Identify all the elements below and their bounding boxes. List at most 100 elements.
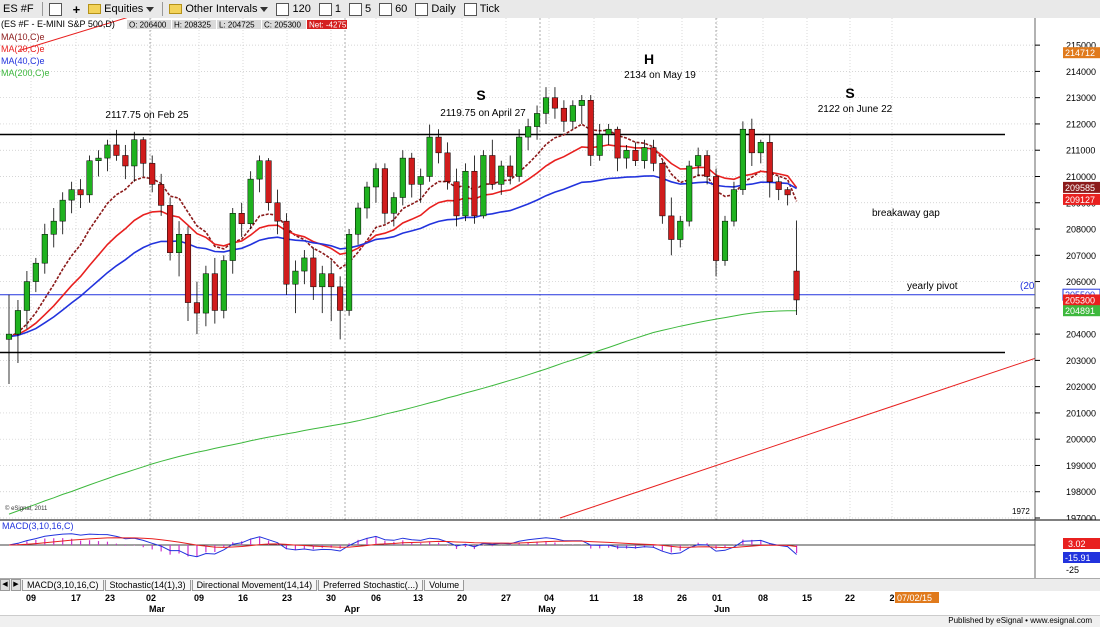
axis-tick-label: 200000 — [1066, 435, 1096, 445]
candle-body — [167, 205, 174, 253]
candle-body — [417, 176, 424, 185]
candle-body — [50, 220, 57, 235]
candle-body — [632, 149, 639, 161]
footer: Published by eSignal • www.esignal.com — [0, 615, 1100, 627]
candle-body — [444, 152, 451, 182]
interval-label: 60 — [395, 3, 408, 15]
equities-label: Equities — [104, 3, 144, 15]
candle-body — [86, 160, 93, 196]
folder-icon — [169, 4, 183, 14]
page-icon — [415, 2, 429, 16]
interval-5-button[interactable]: 5 — [346, 1, 374, 17]
annotation-label: S — [845, 85, 854, 101]
axis-tick-label: 201000 — [1066, 408, 1096, 418]
axis-tick-label: 204000 — [1066, 330, 1096, 340]
tab-macd[interactable]: MACD(3,10,16,C) — [22, 579, 104, 591]
high-value: H: 208325 — [174, 21, 211, 30]
price-badge-label: 209585 — [1065, 183, 1095, 193]
date-tick-label: 17 — [71, 593, 81, 603]
candle-body — [587, 100, 594, 156]
candle-body — [677, 220, 684, 240]
price-badge-label: 205300 — [1065, 295, 1095, 305]
candle-body — [122, 155, 129, 167]
date-tick-label: 16 — [238, 593, 248, 603]
tab-preferred-stochastic[interactable]: Preferred Stochastic(...) — [318, 579, 424, 591]
candle-body — [59, 199, 66, 222]
date-tick-label: 23 — [282, 593, 292, 603]
candle-body — [283, 220, 290, 285]
macd-label: MACD(3,10,16,C) — [2, 521, 74, 531]
tab-stochastic[interactable]: Stochastic(14(1),3) — [104, 579, 191, 591]
add-button[interactable]: + — [70, 1, 84, 17]
candle — [265, 158, 272, 211]
ma20-label: MA(20,C)e — [1, 44, 45, 54]
page-icon — [379, 2, 393, 16]
candle-body — [489, 155, 496, 185]
candle-body — [775, 181, 782, 190]
tab-directional-movement[interactable]: Directional Movement(14,14) — [191, 579, 318, 591]
price-badge-label: 204891 — [1065, 306, 1095, 316]
tab-volume[interactable]: Volume — [424, 579, 465, 591]
interval-daily-button[interactable]: Daily — [412, 1, 458, 17]
candle-body — [220, 260, 227, 311]
candle — [220, 255, 227, 319]
candle — [659, 160, 666, 224]
axis-tick-label: 212000 — [1066, 119, 1096, 129]
annotation-label: S — [476, 87, 485, 103]
study-tabs: ◀ ▶ MACD(3,10,16,C) Stochastic(14(1),3) … — [0, 578, 1100, 591]
toolbar-separator — [41, 2, 43, 16]
candle-body — [247, 178, 254, 225]
candle-body — [202, 273, 209, 314]
axis-tick-label: 211000 — [1066, 146, 1095, 156]
candle-body — [516, 136, 523, 177]
date-tick-label: 13 — [413, 593, 423, 603]
grid-button[interactable] — [46, 1, 68, 17]
candle-body — [569, 105, 576, 122]
ma200-label: MA(200,C)e — [1, 68, 50, 78]
candle-body — [426, 136, 433, 177]
symbol-field[interactable]: ES #F — [0, 1, 37, 17]
axis-tick-label: 198000 — [1066, 487, 1096, 497]
other-intervals-button[interactable]: Other Intervals — [166, 1, 271, 17]
candle-body — [542, 97, 550, 114]
axis-tick-label: 210000 — [1066, 172, 1096, 182]
price-badge-label: 214712 — [1065, 48, 1095, 58]
axis-tick-label: 213000 — [1066, 93, 1096, 103]
candle-body — [95, 157, 102, 161]
candle-body — [551, 97, 559, 109]
axis-tick-label: 199000 — [1066, 461, 1096, 471]
ma10-label: MA(10,C)e — [1, 32, 45, 42]
date-tick-label: 18 — [633, 593, 643, 603]
scroll-right-button[interactable]: ▶ — [11, 579, 21, 591]
candle-body — [319, 273, 326, 288]
annotation-label: H — [644, 51, 654, 67]
candle — [346, 229, 353, 316]
open-value: O: 206400 — [129, 21, 167, 30]
interval-120-button[interactable]: 120 — [273, 1, 313, 17]
candle-body — [310, 257, 317, 288]
scroll-left-button[interactable]: ◀ — [0, 579, 10, 591]
candle — [480, 150, 487, 219]
interval-label: Tick — [479, 3, 500, 15]
date-tick-label: 08 — [758, 593, 768, 603]
interval-tick-button[interactable]: Tick — [461, 1, 503, 17]
interval-1-button[interactable]: 1 — [316, 1, 344, 17]
candle-body — [623, 149, 630, 159]
candle-body — [757, 142, 764, 154]
candle-body — [176, 234, 183, 253]
month-label: Apr — [344, 604, 360, 614]
candle-body — [525, 126, 532, 138]
interval-60-button[interactable]: 60 — [376, 1, 410, 17]
axis-tick-label: 208000 — [1066, 225, 1096, 235]
interval-label: Daily — [431, 3, 456, 15]
macd-value-label: -15.91 — [1065, 553, 1091, 563]
candle-body — [363, 186, 371, 209]
equities-button[interactable]: Equities — [85, 1, 157, 17]
date-tick-label: 22 — [845, 593, 855, 603]
date-axis: 09 17 23 02 09 16 23 30 06 13 20 27 04 11 18 26 01 08 15 22… — [0, 591, 1100, 615]
price-chart[interactable]: 2117.75 on Feb 25 S 2119.75 on April 27 H 21… — [0, 18, 1100, 578]
candle — [739, 121, 746, 195]
candle — [686, 160, 693, 227]
page-icon — [348, 2, 362, 16]
candle-body — [578, 100, 585, 106]
